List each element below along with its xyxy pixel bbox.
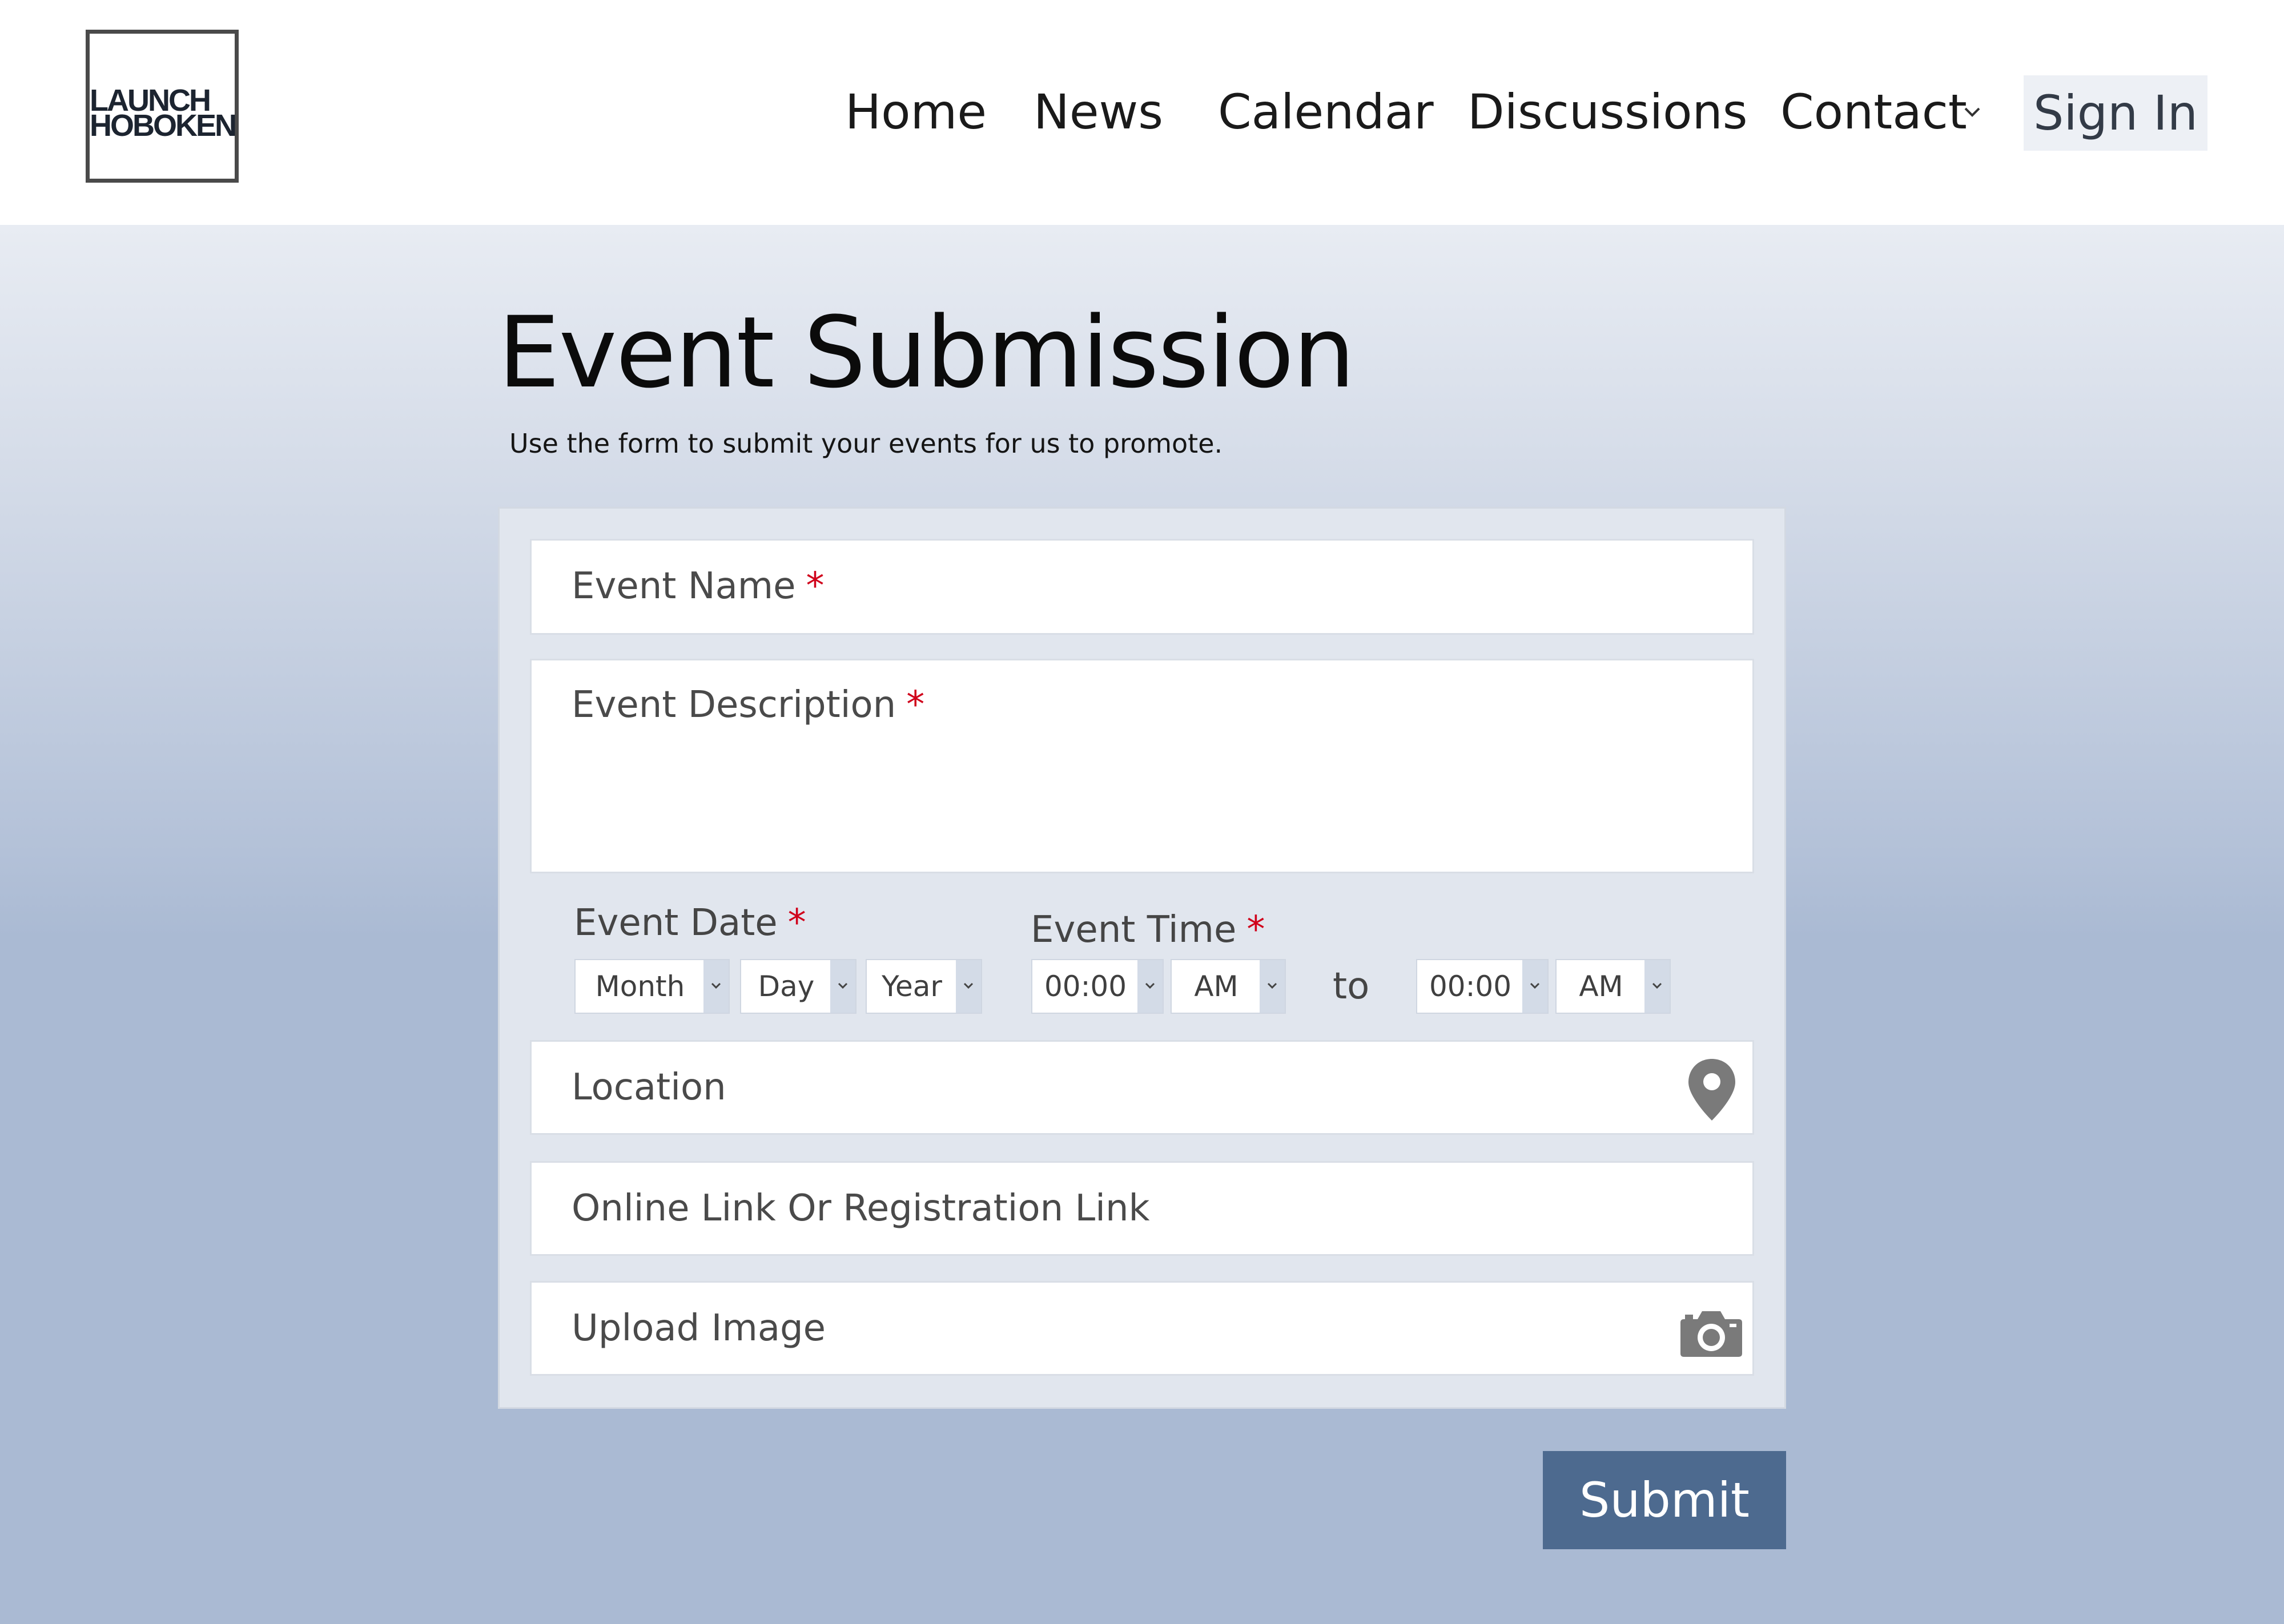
- logo-line-2: HOBOKEN: [90, 108, 237, 143]
- dropdown-button[interactable]: [1644, 960, 1670, 1013]
- year-value: Year: [882, 970, 942, 1003]
- submit-button[interactable]: Submit: [1543, 1451, 1786, 1549]
- dropdown-button[interactable]: [956, 960, 981, 1013]
- required-marker: *: [806, 565, 825, 607]
- event-date-label: Event Date: [574, 902, 778, 944]
- sign-in-button[interactable]: Sign In: [2024, 75, 2207, 151]
- nav-item-discussions[interactable]: Discussions: [1467, 78, 1747, 146]
- dropdown-button[interactable]: [830, 960, 855, 1013]
- chevron-down-icon[interactable]: [1962, 102, 1983, 122]
- end-ampm-value: AM: [1579, 970, 1623, 1003]
- camera-icon[interactable]: [1679, 1309, 1743, 1358]
- dropdown-button[interactable]: [1260, 960, 1285, 1013]
- map-pin-icon[interactable]: [1686, 1057, 1738, 1123]
- event-form-panel: [498, 507, 1786, 1409]
- launch-hoboken-logo[interactable]: LAUNCH HOBOKEN: [86, 30, 239, 183]
- end-time-value: 00:00: [1429, 970, 1512, 1003]
- day-value: Day: [758, 970, 815, 1003]
- nav-item-news[interactable]: News: [1034, 78, 1163, 146]
- online-link-label: Online Link Or Registration Link: [572, 1187, 1150, 1230]
- chevron-down-icon: [963, 982, 974, 989]
- chevron-down-icon: [1652, 982, 1662, 989]
- chevron-down-icon: [711, 982, 721, 989]
- end-ampm-select[interactable]: AM: [1555, 959, 1671, 1014]
- month-value: Month: [595, 970, 685, 1003]
- nav-item-calendar[interactable]: Calendar: [1218, 78, 1434, 146]
- location-field[interactable]: Location: [530, 1040, 1754, 1135]
- dropdown-button[interactable]: [1137, 960, 1163, 1013]
- page-subtitle: Use the form to submit your events for u…: [509, 428, 1223, 459]
- chevron-down-icon: [1530, 982, 1540, 989]
- event-date-month-select[interactable]: Month: [574, 959, 730, 1014]
- upload-image-label: Upload Image: [572, 1307, 826, 1349]
- required-marker: *: [906, 684, 925, 726]
- event-name-field[interactable]: Event Name *: [530, 539, 1754, 635]
- event-description-label: Event Description: [572, 684, 896, 726]
- event-time-label: Event Time: [1031, 909, 1237, 951]
- location-label: Location: [572, 1066, 726, 1109]
- required-marker: *: [787, 902, 806, 944]
- page-title: Event Submission: [498, 295, 1355, 410]
- end-time-select[interactable]: 00:00: [1416, 959, 1549, 1014]
- required-marker: *: [1246, 909, 1265, 951]
- event-date-year-select[interactable]: Year: [866, 959, 982, 1014]
- event-description-field[interactable]: Event Description *: [530, 659, 1754, 873]
- start-ampm-select[interactable]: AM: [1171, 959, 1286, 1014]
- start-ampm-value: AM: [1194, 970, 1238, 1003]
- online-link-field[interactable]: Online Link Or Registration Link: [530, 1161, 1754, 1256]
- start-time-select[interactable]: 00:00: [1031, 959, 1164, 1014]
- time-range-to-label: to: [1333, 965, 1370, 1008]
- dropdown-button[interactable]: [1522, 960, 1547, 1013]
- dropdown-button[interactable]: [703, 960, 729, 1013]
- nav-item-home[interactable]: Home: [845, 78, 987, 146]
- site-header: LAUNCH HOBOKEN Home News Calendar Discus…: [0, 0, 2284, 225]
- nav-item-contact[interactable]: Contact: [1780, 78, 1967, 146]
- event-date-day-select[interactable]: Day: [740, 959, 856, 1014]
- upload-image-field[interactable]: Upload Image: [530, 1281, 1754, 1376]
- event-name-label: Event Name: [572, 565, 796, 607]
- chevron-down-icon: [838, 982, 848, 989]
- chevron-down-icon: [1145, 982, 1155, 989]
- chevron-down-icon: [1267, 982, 1277, 989]
- start-time-value: 00:00: [1044, 970, 1127, 1003]
